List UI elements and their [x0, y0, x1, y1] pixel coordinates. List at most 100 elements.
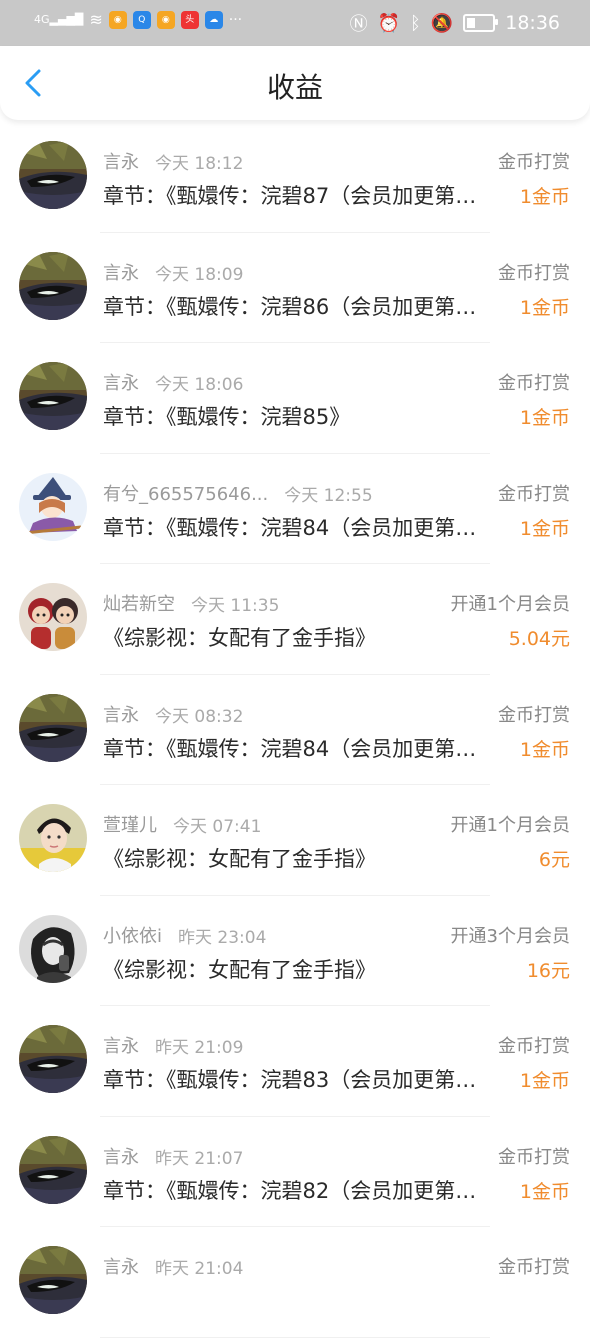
- avatar[interactable]: [19, 804, 87, 872]
- avatar-image: [19, 472, 87, 541]
- chapter-detail: 章节：《甄嬛传：浣碧84（会员加更第五期）》: [103, 736, 493, 761]
- timestamp: 今天 18:09: [155, 264, 244, 285]
- user-name[interactable]: 灿若新空: [103, 590, 175, 616]
- list-item[interactable]: 言永 今天 18:12 金币打赏 章节：《甄嬛传：浣碧87（会员加更第七期）》 1…: [0, 122, 590, 233]
- chapter-detail: 章节：《甄嬛传：浣碧84（会员加更第五期）》: [103, 515, 493, 540]
- list-item[interactable]: 言永 昨天 21:04 金币打赏: [0, 1227, 590, 1338]
- avatar-image: [19, 583, 87, 651]
- timestamp: 今天 08:32: [155, 706, 244, 727]
- chapter-detail: 章节：《甄嬛传：浣碧87（会员加更第七期）》: [103, 184, 493, 208]
- user-name[interactable]: 萱瑾儿: [103, 811, 157, 837]
- avatar[interactable]: [19, 1135, 87, 1204]
- wifi-icon: ≋: [89, 10, 103, 29]
- weibo-icon: ◉: [156, 10, 175, 29]
- avatar[interactable]: [19, 472, 87, 541]
- avatar-image: [19, 804, 87, 872]
- chapter-detail: 章节：《甄嬛传：浣碧83（会员加更第四期）》: [103, 1068, 493, 1092]
- chapter-detail: 《综影视：女配有了金手指》: [103, 957, 376, 982]
- meta-line: 言永 今天 18:12: [103, 148, 243, 174]
- toutiao-icon: 头: [180, 10, 199, 29]
- status-time: 18:36: [505, 12, 560, 34]
- network-label: 4G: [34, 13, 50, 26]
- user-name[interactable]: 言永: [103, 1032, 139, 1058]
- meta-line: 灿若新空 今天 11:35: [103, 590, 279, 616]
- earning-amount: 16元: [526, 959, 570, 982]
- meta-line: 言永 昨天 21:04: [103, 1253, 243, 1279]
- avatar[interactable]: [19, 362, 87, 430]
- earning-type: 金币打赏: [498, 483, 570, 505]
- page-title: 收益: [266, 71, 323, 104]
- avatar-image: [19, 914, 87, 983]
- timestamp: 昨天 21:09: [155, 1038, 244, 1058]
- status-left: 4G▂▄▆█ ≋ ◉ Q ◉ 头 ☁ ···: [34, 10, 242, 29]
- earning-amount: 1金币: [519, 186, 570, 208]
- avatar[interactable]: [19, 914, 87, 983]
- list-item[interactable]: 灿若新空 今天 11:35 开通1个月会员 《综影视：女配有了金手指》 5.04元: [0, 564, 590, 675]
- user-name[interactable]: 言永: [103, 259, 139, 285]
- list-item[interactable]: 言永 昨天 21:07 金币打赏 章节：《甄嬛传：浣碧82（会员加更第三期）》 1…: [0, 1117, 590, 1228]
- nfc-icon: Ⓝ: [349, 14, 368, 35]
- meta-line: 言永 今天 18:09: [103, 259, 243, 285]
- earning-amount: 5.04元: [508, 628, 570, 650]
- earning-type: 开通3个月会员: [450, 925, 570, 947]
- avatar-image: [19, 693, 87, 762]
- avatar-image: [19, 251, 87, 320]
- chapter-detail: 《综影视：女配有了金手指》: [103, 847, 376, 871]
- avatar[interactable]: [19, 141, 87, 209]
- earning-type: 金币打赏: [498, 704, 570, 726]
- user-name[interactable]: 有兮_665575646...: [103, 480, 268, 506]
- user-name[interactable]: 言永: [103, 369, 139, 395]
- list-item[interactable]: 有兮_665575646... 今天 12:55 金币打赏 章节：《甄嬛传：浣碧8…: [0, 454, 590, 565]
- weather-icon: ☁: [204, 10, 223, 29]
- earning-amount: 1金币: [519, 296, 570, 319]
- chapter-detail: 《综影视：女配有了金手指》: [103, 626, 376, 650]
- user-name[interactable]: 言永: [103, 1253, 139, 1279]
- earning-type: 金币打赏: [498, 152, 570, 173]
- earning-type: 开通1个月会员: [450, 815, 570, 836]
- chapter-detail: 章节：《甄嬛传：浣碧82（会员加更第三期）》: [103, 1178, 493, 1203]
- list-item[interactable]: 萱瑾儿 今天 07:41 开通1个月会员 《综影视：女配有了金手指》 6元: [0, 785, 590, 896]
- earnings-list[interactable]: 言永 今天 18:12 金币打赏 章节：《甄嬛传：浣碧87（会员加更第七期）》 1…: [0, 122, 590, 1338]
- avatar[interactable]: [19, 693, 87, 762]
- user-name[interactable]: 言永: [103, 1143, 139, 1169]
- earning-type: 金币打赏: [498, 1257, 570, 1278]
- earning-amount: 1金币: [519, 517, 570, 540]
- earning-type: 金币打赏: [498, 373, 570, 394]
- meta-line: 言永 昨天 21:09: [103, 1032, 243, 1058]
- earning-type: 金币打赏: [498, 262, 570, 284]
- user-name[interactable]: 小依依i: [103, 922, 162, 948]
- user-name[interactable]: 言永: [103, 148, 139, 174]
- earning-amount: 1金币: [519, 407, 570, 429]
- earning-amount: 1金币: [519, 1180, 570, 1203]
- meta-line: 小依依i 昨天 23:04: [103, 922, 266, 948]
- chapter-detail: 章节：《甄嬛传：浣碧85》: [103, 405, 351, 429]
- status-right: Ⓝ ⏰ ᛒ 🔕 18:36: [350, 10, 560, 36]
- avatar-image: [19, 362, 87, 430]
- timestamp: 昨天 23:04: [178, 927, 267, 948]
- earning-amount: 1金币: [519, 738, 570, 761]
- avatar-image: [19, 1246, 87, 1314]
- earning-type: 金币打赏: [498, 1146, 570, 1168]
- list-item[interactable]: 言永 今天 18:06 金币打赏 章节：《甄嬛传：浣碧85》 1金币: [0, 343, 590, 454]
- timestamp: 今天 07:41: [173, 817, 262, 837]
- earning-amount: 6元: [538, 849, 570, 871]
- avatar-image: [19, 1135, 87, 1204]
- qq-browser-icon: Q: [132, 10, 151, 29]
- timestamp: 今天 12:55: [284, 485, 373, 506]
- user-name[interactable]: 言永: [103, 701, 139, 727]
- list-item[interactable]: 言永 昨天 21:09 金币打赏 章节：《甄嬛传：浣碧83（会员加更第四期）》 1…: [0, 1006, 590, 1117]
- avatar[interactable]: [19, 1025, 87, 1093]
- list-item[interactable]: 小依依i 昨天 23:04 开通3个月会员 《综影视：女配有了金手指》 16元: [0, 896, 590, 1007]
- weibo-icon: ◉: [108, 10, 127, 29]
- list-item[interactable]: 言永 今天 08:32 金币打赏 章节：《甄嬛传：浣碧84（会员加更第五期）》 1…: [0, 675, 590, 786]
- avatar-image: [19, 141, 87, 209]
- timestamp: 今天 11:35: [191, 596, 280, 616]
- timestamp: 昨天 21:04: [155, 1259, 244, 1279]
- meta-line: 有兮_665575646... 今天 12:55: [103, 480, 373, 506]
- avatar-image: [19, 1025, 87, 1093]
- avatar[interactable]: [19, 583, 87, 651]
- avatar[interactable]: [19, 1246, 87, 1314]
- avatar[interactable]: [19, 251, 87, 320]
- more-icon: ···: [228, 11, 243, 28]
- list-item[interactable]: 言永 今天 18:09 金币打赏 章节：《甄嬛传：浣碧86（会员加更第六期）》 1…: [0, 233, 590, 344]
